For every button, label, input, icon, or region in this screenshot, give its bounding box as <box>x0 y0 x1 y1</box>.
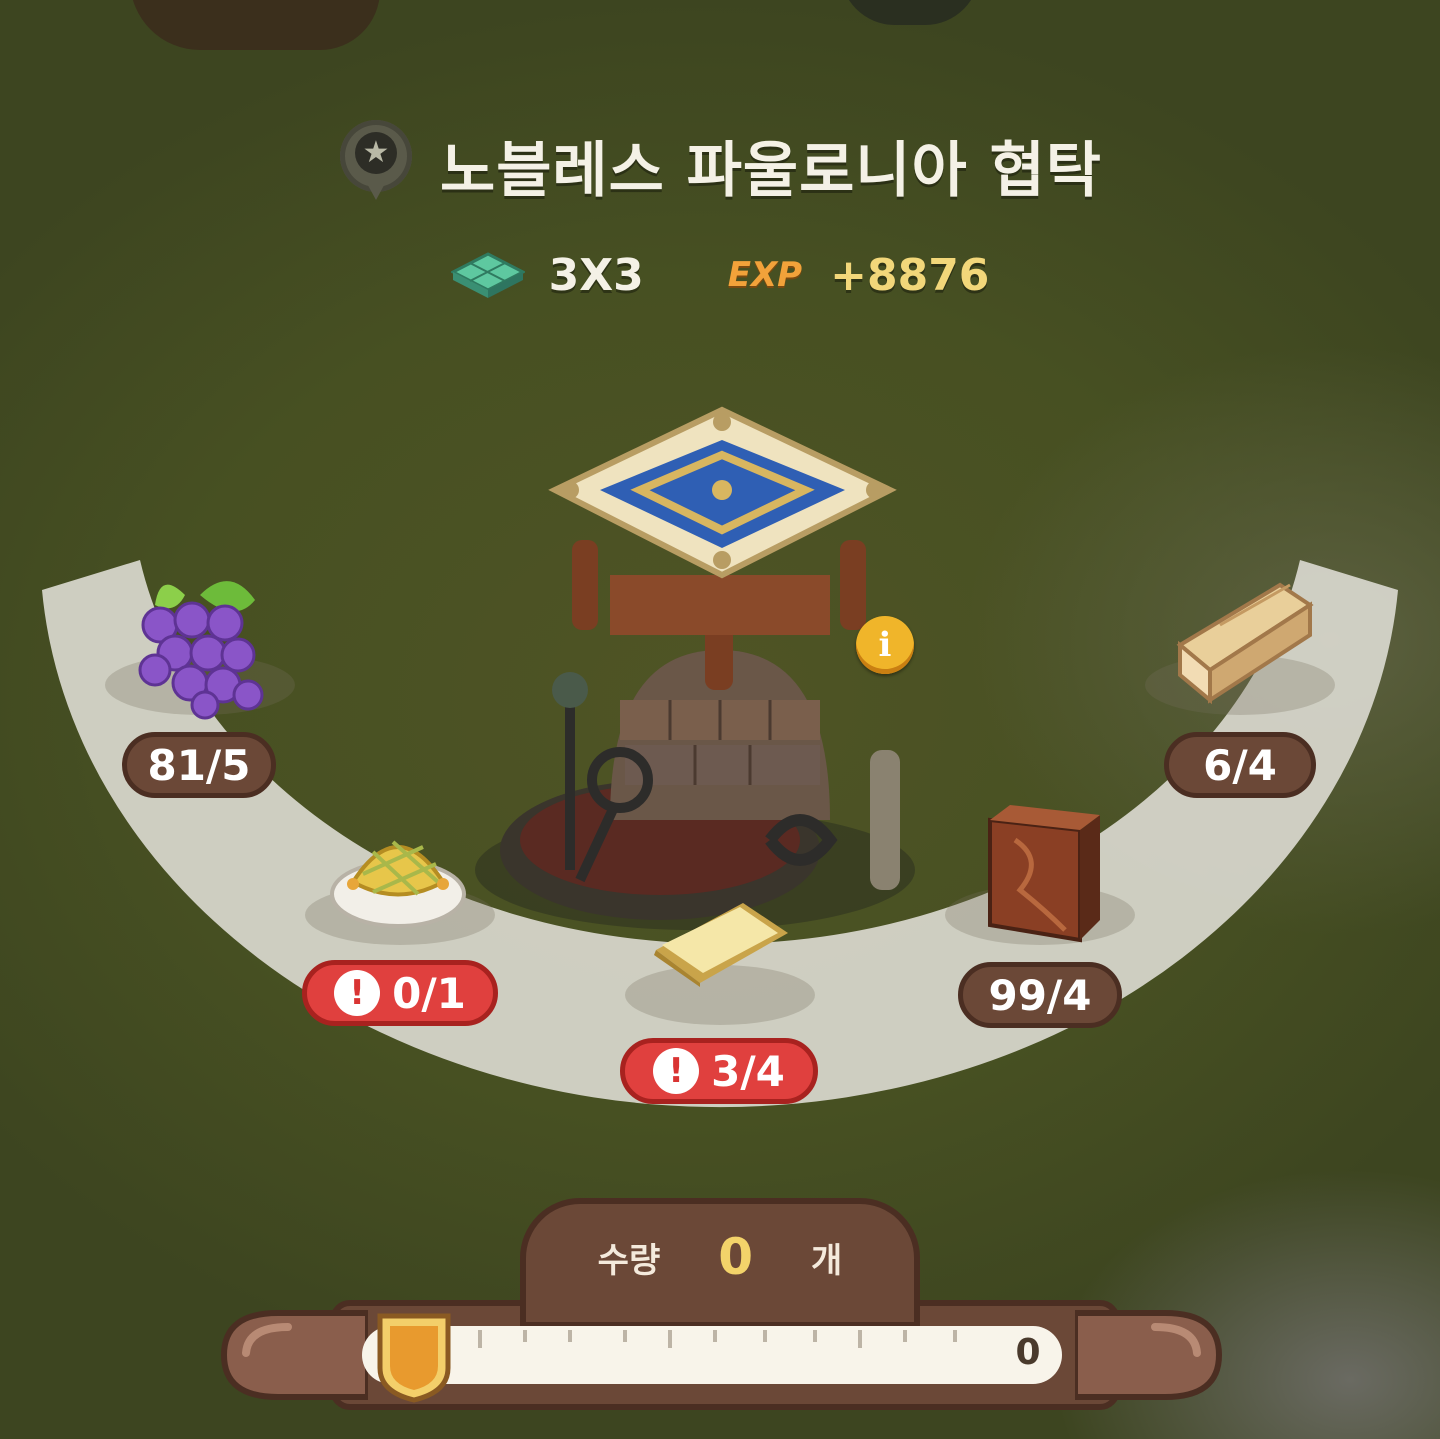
slider-max-label: 0 <box>1015 1332 1041 1373</box>
info-icon[interactable]: i <box>856 616 914 674</box>
floor-tile-icon <box>450 252 525 298</box>
grape-counter: 81/5 <box>122 732 276 798</box>
gold-bar-count: 3/4 <box>711 1046 785 1096</box>
nightstand-building[interactable] <box>460 400 930 940</box>
log-counter: 6/4 <box>1164 732 1316 798</box>
decrease-button[interactable] <box>218 1305 368 1405</box>
cushion-counter: ! 0/1 <box>302 960 498 1026</box>
exp-value: +8876 <box>830 249 990 301</box>
plank-icon[interactable] <box>975 800 1105 945</box>
log-count: 6/4 <box>1203 740 1277 790</box>
stat-row: 3X3 EXP +8876 <box>0 240 1440 310</box>
quantity-unit: 개 <box>811 1240 843 1281</box>
exclamation-icon: ! <box>653 1048 700 1094</box>
grape-count: 81/5 <box>147 740 251 790</box>
checkered-cushion-icon[interactable] <box>328 822 468 932</box>
title-row: ★ 노블레스 파울로니아 협탁 <box>0 120 1440 210</box>
gold-bar-icon[interactable] <box>648 895 793 990</box>
slider-handle[interactable] <box>374 1308 454 1404</box>
quantity-label: 수량 <box>597 1240 661 1281</box>
size-value: 3X3 <box>548 249 644 301</box>
slider-ticks <box>478 1330 957 1348</box>
quantity-value: 0 <box>718 1228 754 1286</box>
log-icon[interactable] <box>1170 575 1315 705</box>
quantity-row: 수량 0 개 <box>520 1222 920 1292</box>
plank-counter: 99/4 <box>958 962 1122 1028</box>
increase-button[interactable] <box>1075 1305 1225 1405</box>
grape-icon[interactable] <box>130 565 265 720</box>
star-pin-icon: ★ <box>338 120 414 210</box>
plank-count: 99/4 <box>988 970 1092 1020</box>
exclamation-icon: ! <box>334 970 381 1016</box>
item-title: 노블레스 파울로니아 협탁 <box>440 135 1102 206</box>
cushion-count: 0/1 <box>392 968 466 1018</box>
exp-label: EXP <box>727 255 803 295</box>
gold-bar-counter: ! 3/4 <box>620 1038 818 1104</box>
